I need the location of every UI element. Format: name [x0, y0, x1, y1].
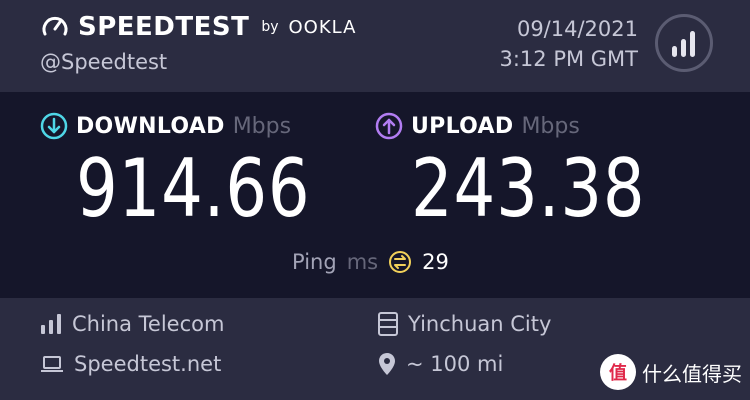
download-unit: Mbps [232, 113, 292, 139]
server-name[interactable]: Yinchuan City [408, 312, 551, 336]
ping-icon [389, 251, 412, 273]
download-label: DOWNLOAD [76, 113, 225, 139]
signal-bars-icon [41, 314, 61, 334]
watermark: 值 什么值得买 [600, 354, 742, 390]
ping-label: Ping [292, 250, 337, 274]
isp-info: China Telecom [40, 312, 224, 336]
download-value: 914.66 [76, 142, 311, 235]
by-text: by [261, 19, 279, 35]
upload-value: 243.38 [411, 142, 646, 235]
results-button[interactable] [655, 14, 713, 72]
download-metric: DOWNLOAD Mbps 914.66 [40, 112, 362, 235]
header: SPEEDTEST by OOKLA @Speedtest 09/14/2021… [0, 0, 750, 92]
ping-unit: ms [346, 250, 379, 274]
upload-unit: Mbps [521, 113, 580, 139]
arrow-up-circle-icon [375, 112, 403, 140]
test-date: 09/14/2021 [516, 17, 638, 41]
brand-name: SPEEDTEST [78, 12, 250, 42]
laptop-icon [41, 356, 63, 372]
test-time: 3:12 PM GMT [499, 47, 638, 71]
arrow-down-circle-icon [40, 112, 68, 140]
server-icon [378, 312, 398, 336]
ping-value: 29 [422, 250, 449, 274]
watermark-text: 什么值得买 [642, 361, 742, 386]
speedtest-logo: SPEEDTEST by OOKLA [40, 12, 356, 42]
results-panel: DOWNLOAD Mbps 914.66 UPLOAD Mbps 243.38 … [0, 92, 750, 298]
upload-metric: UPLOAD Mbps 243.38 [375, 112, 697, 235]
ookla-logo: OOKLA [288, 16, 357, 38]
bar-chart-icon [672, 31, 695, 57]
host-name[interactable]: Speedtest.net [74, 352, 221, 376]
server-info: Yinchuan City [378, 312, 551, 336]
speedometer-icon [42, 16, 68, 36]
ping-metric: Ping ms 29 [292, 250, 449, 274]
location-pin-icon [379, 353, 395, 375]
host-info: Speedtest.net [40, 352, 221, 376]
distance-info: ~ 100 mi [378, 352, 503, 376]
isp-name: China Telecom [72, 312, 225, 336]
watermark-badge: 值 [600, 354, 636, 390]
upload-label: UPLOAD [411, 113, 514, 139]
connection-info: China Telecom Speedtest.net Yinchuan Cit… [0, 298, 750, 400]
server-distance: ~ 100 mi [406, 352, 504, 376]
speedtest-result-card: SPEEDTEST by OOKLA @Speedtest 09/14/2021… [0, 0, 750, 400]
test-datetime: 09/14/2021 3:12 PM GMT [499, 14, 638, 74]
twitter-handle: @Speedtest [40, 50, 168, 74]
